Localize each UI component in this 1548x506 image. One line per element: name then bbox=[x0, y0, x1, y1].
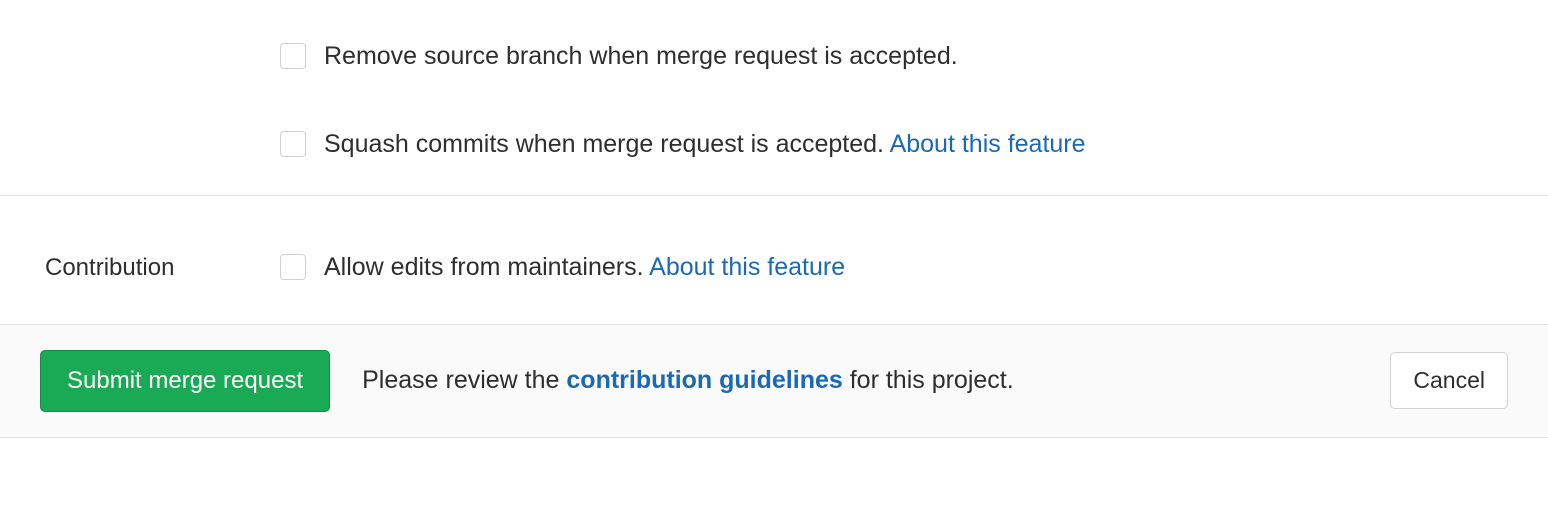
contribution-section-label: Contribution bbox=[45, 251, 280, 284]
remove-branch-label: Remove source branch when merge request … bbox=[324, 40, 958, 73]
review-hint: Please review the contribution guideline… bbox=[362, 366, 1014, 395]
submit-merge-request-button[interactable]: Submit merge request bbox=[40, 350, 330, 412]
remove-branch-row: Remove source branch when merge request … bbox=[280, 40, 1548, 73]
cancel-button[interactable]: Cancel bbox=[1390, 352, 1508, 409]
squash-about-link[interactable]: About this feature bbox=[890, 130, 1086, 158]
allow-edits-checkbox[interactable] bbox=[280, 254, 306, 280]
contribution-section: Contribution Allow edits from maintainer… bbox=[0, 196, 1548, 324]
squash-commits-row: Squash commits when merge request is acc… bbox=[280, 128, 1548, 161]
remove-branch-checkbox[interactable] bbox=[280, 43, 306, 69]
allow-edits-row: Allow edits from maintainers. About this… bbox=[280, 251, 1503, 284]
allow-edits-about-link[interactable]: About this feature bbox=[649, 253, 845, 281]
allow-edits-label: Allow edits from maintainers. About this… bbox=[324, 251, 845, 284]
form-footer: Submit merge request Please review the c… bbox=[0, 324, 1548, 438]
contribution-guidelines-link[interactable]: contribution guidelines bbox=[566, 366, 842, 394]
squash-commits-label: Squash commits when merge request is acc… bbox=[324, 128, 1086, 161]
merge-options-section: Remove source branch when merge request … bbox=[0, 0, 1548, 195]
squash-commits-checkbox[interactable] bbox=[280, 131, 306, 157]
